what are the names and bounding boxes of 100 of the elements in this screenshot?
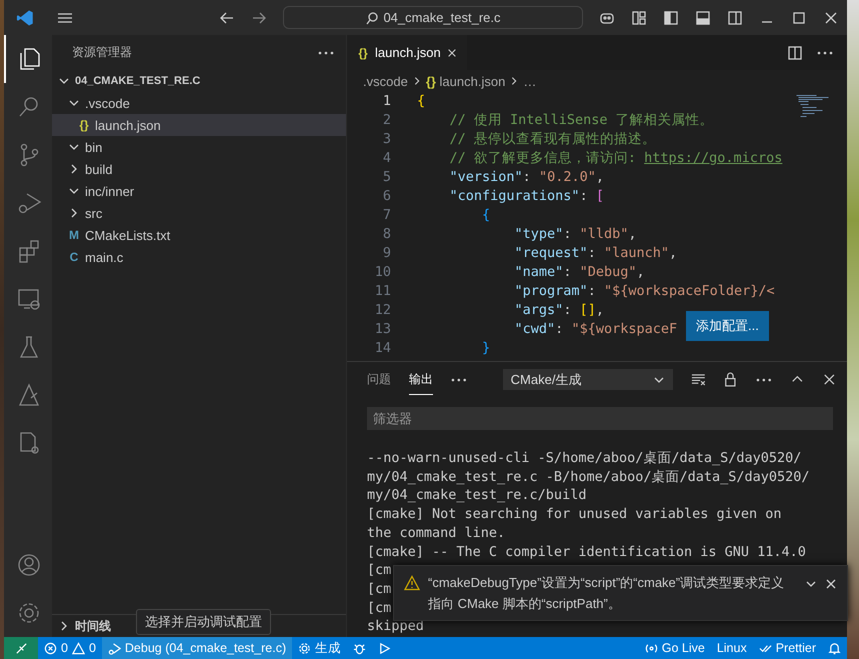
secondary-sidebar-icon[interactable]: [727, 10, 743, 26]
close-icon[interactable]: [446, 48, 457, 58]
line-number: 14: [374, 339, 391, 358]
panel-tab[interactable]: 输出: [409, 364, 433, 394]
code-line: "program": "${workspaceFolder}/<: [514, 282, 775, 301]
go-live-button[interactable]: Go Live: [638, 637, 711, 659]
broadcast-icon: [644, 642, 658, 654]
more-icon[interactable]: [756, 378, 772, 382]
tooltip: 选择并启动调试配置: [136, 609, 271, 635]
filter-field[interactable]: 筛选器: [367, 407, 833, 430]
line-number: 4: [382, 149, 391, 168]
breadcrumb-item[interactable]: {} launch.json: [426, 74, 506, 88]
build-button[interactable]: 生成: [292, 637, 348, 659]
file-type-icon: M: [68, 228, 80, 242]
add-configuration-button[interactable]: 添加配置...: [686, 311, 769, 341]
layout-icon[interactable]: [631, 10, 647, 26]
command-center-search[interactable]: 04_cmake_test_re.c: [283, 6, 583, 29]
code-line: }: [481, 339, 490, 358]
remote-icon: [14, 642, 28, 654]
code-line: "request": "launch",: [514, 244, 678, 263]
line-number: 13: [374, 320, 391, 339]
error-icon: [44, 642, 57, 654]
close-icon[interactable]: [825, 578, 837, 590]
account-icon[interactable]: [16, 552, 42, 578]
folder-item[interactable]: .vscode: [52, 92, 346, 114]
code-line: "cwd": "${workspaceF: [514, 320, 678, 339]
line-number: 6: [382, 187, 391, 206]
file-type-icon: {}: [78, 118, 90, 132]
code-line: "configurations": [: [448, 187, 604, 206]
breadcrumb-item[interactable]: .vscode: [363, 74, 408, 88]
output-line: my/04_cmake_test_re.c -B/home/aboo/桌面/data_S/day0520/: [367, 468, 810, 486]
line-number: 2: [382, 111, 391, 130]
code-line: // 使用 IntelliSense 了解相关属性。: [448, 111, 714, 130]
folder-item[interactable]: bin: [52, 136, 346, 158]
output-line: [cmake] Not searching for unused variables given on: [367, 505, 782, 524]
play-icon[interactable]: [378, 642, 392, 654]
line-number: 11: [374, 282, 391, 301]
close-icon[interactable]: [822, 372, 837, 387]
close-icon[interactable]: [823, 10, 839, 26]
clear-output-icon[interactable]: [690, 372, 706, 387]
breadcrumb-item[interactable]: …: [523, 74, 536, 88]
app-logo-icon: [16, 8, 35, 28]
split-editor-icon[interactable]: [787, 44, 803, 60]
status-item[interactable]: Linux: [710, 637, 753, 659]
forward-arrow-icon[interactable]: [251, 10, 267, 26]
problems-indicator[interactable]: 0 0: [38, 637, 102, 659]
code-line: "name": "Debug",: [514, 263, 645, 282]
prettier-button[interactable]: Prettier: [752, 637, 822, 659]
output-line: [cm: [367, 561, 392, 580]
output-line: [cm: [367, 580, 392, 599]
settings-icon: [298, 642, 312, 654]
line-number: 3: [382, 130, 391, 149]
output-line: my/04_cmake_test_re.c/build: [367, 486, 586, 506]
remote-indicator[interactable]: [4, 637, 38, 659]
more-icon[interactable]: [318, 50, 334, 54]
output-line: --no-warn-unused-cli -S/home/aboo/桌面/data_S/day0520/: [367, 449, 802, 468]
more-icon[interactable]: [451, 378, 467, 382]
lock-icon[interactable]: [723, 372, 738, 387]
output-line: [cmake] -- The C compiler identification is GNU 11.4.0: [367, 542, 806, 562]
minimap-drawing: [796, 95, 829, 118]
code-line: "version": "0.2.0",: [448, 168, 604, 187]
search-icon: [365, 10, 380, 24]
code-line: "args": [],: [514, 301, 604, 320]
channel-dropdown[interactable]: CMake/生成: [502, 369, 673, 390]
explorer-title: 资源管理器: [72, 44, 132, 61]
folder-item[interactable]: inc/inner: [52, 180, 346, 202]
file-item[interactable]: M CMakeLists.txt: [52, 224, 346, 246]
line-number: 1: [382, 92, 391, 111]
code-line: // 悬停以查看现有属性的描述。: [448, 130, 656, 149]
folder-item[interactable]: src: [52, 202, 346, 224]
line-number: 7: [382, 206, 391, 225]
output-line: skipped: [367, 617, 424, 636]
output-line: [cm: [367, 598, 392, 618]
run-debug-icon: [108, 642, 121, 654]
line-number: 5: [382, 168, 391, 187]
workspace-folder[interactable]: 04_CMAKE_TEST_RE.C: [52, 70, 346, 92]
file-item[interactable]: C main.c: [52, 246, 346, 268]
code-line: {: [417, 92, 426, 111]
bell-icon[interactable]: [828, 642, 841, 654]
line-number: 12: [374, 301, 391, 320]
file-item[interactable]: {} launch.json: [52, 114, 346, 136]
warning-icon: [72, 642, 85, 654]
file-type-icon: C: [68, 250, 80, 264]
bug-icon[interactable]: [353, 642, 366, 654]
code-line: // 欲了解更多信息，请访问: https://go.micros: [448, 149, 782, 168]
panel-tab[interactable]: 问题: [367, 364, 391, 394]
sidebar-toggle-icon[interactable]: [663, 10, 679, 26]
warning-icon: [404, 575, 420, 591]
line-number: 10: [374, 263, 391, 282]
maximize-icon[interactable]: [791, 10, 807, 26]
folder-item[interactable]: build: [52, 158, 346, 180]
output-line: the command line.: [367, 524, 506, 543]
line-number: 9: [382, 244, 391, 263]
debug-config-button[interactable]: Debug (04_cmake_test_re.c): [102, 637, 292, 659]
line-number: 8: [382, 225, 391, 244]
code-line: {: [481, 206, 490, 225]
code-line: "type": "lldb",: [514, 225, 636, 244]
panel-toggle-icon[interactable]: [695, 10, 711, 26]
notification-message: “cmakeDebugType”设置为“script”的“cmake”调试类型要求定义指向 CMake 脚本的“scriptPath”。: [428, 574, 786, 613]
back-arrow-icon[interactable]: [219, 10, 235, 26]
